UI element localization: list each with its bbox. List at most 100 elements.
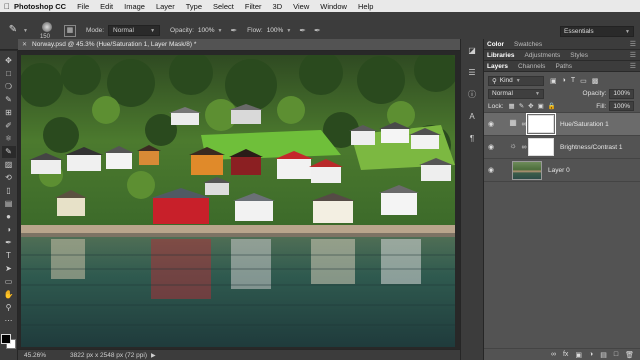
character-icon[interactable]: A [466,111,478,123]
marquee-tool-icon[interactable]: □ [2,68,16,80]
tab-color[interactable]: Color [486,41,505,48]
pen-tool-icon[interactable]: ✒ [2,237,16,249]
layer-mask-thumbnail[interactable] [528,138,554,156]
tab-paths[interactable]: Paths [554,63,573,70]
dodge-tool-icon[interactable]: ◑ [2,224,16,236]
mode-select[interactable]: Normal ▼ [108,25,161,36]
layer-row[interactable]: ◉ Layer 0 [484,159,640,182]
smart-object-filter-icon[interactable]: ▩ [592,77,599,85]
kind-filter-select[interactable]: ⚲ Kind ▼ [488,75,544,86]
apple-icon[interactable]:  [0,2,14,11]
layer-name[interactable]: Brightness/Contrast 1 [560,144,623,151]
history-brush-tool-icon[interactable]: ⟲ [2,172,16,184]
layer-name[interactable]: Hue/Saturation 1 [560,121,609,128]
brush-panel-icon[interactable]: ▦ [63,24,76,37]
chevron-right-icon[interactable]: ▶ [151,352,156,359]
menu-select[interactable]: Select [213,2,234,11]
quick-select-tool-icon[interactable]: ✎ [2,94,16,106]
document-image[interactable] [21,55,455,347]
tab-libraries[interactable]: Libraries [486,52,515,59]
more-tools-icon[interactable]: ⋯ [2,315,16,327]
history-icon[interactable]: ◪ [466,45,478,57]
layer-mask-thumbnail[interactable] [526,113,556,135]
lock-pixels-icon[interactable]: ✎ [519,102,524,110]
menu-type[interactable]: Type [186,2,202,11]
layer-row[interactable]: ◉ ▦ ∞ Hue/Saturation 1 [484,113,640,136]
type-filter-icon[interactable]: T [571,77,575,85]
add-mask-icon[interactable]: ▣ [575,351,582,359]
info-icon[interactable]: ⓘ [466,89,478,101]
fill-field[interactable]: 100% [609,101,634,111]
zoom-level[interactable]: 45.26% [24,352,46,359]
panel-menu-icon[interactable]: ☰ [630,62,636,70]
pressure-size-icon[interactable]: ✒ [314,26,321,35]
panel-menu-icon[interactable]: ☰ [630,40,636,48]
menu-edit[interactable]: Edit [100,2,113,11]
menu-file[interactable]: File [77,2,89,11]
airbrush-icon[interactable]: ✒ [299,26,306,35]
healing-tool-icon[interactable]: ⚛ [2,133,16,145]
brush-tool-icon[interactable]: ✎ [6,24,20,38]
eyedropper-tool-icon[interactable]: ✐ [2,120,16,132]
menu-window[interactable]: Window [320,2,347,11]
document-tab[interactable]: ✕ Norway.psd @ 45.3% (Hue/Saturation 1, … [18,39,460,51]
gradient-tool-icon[interactable]: ▤ [2,198,16,210]
lock-position-icon[interactable]: ✥ [528,102,533,110]
adjustment-filter-icon[interactable]: ◑ [562,77,566,85]
layer-opacity-field[interactable]: 100% [609,88,634,99]
tab-channels[interactable]: Channels [517,63,546,70]
type-tool-icon[interactable]: T [2,250,16,262]
menu-view[interactable]: View [293,2,309,11]
link-icon[interactable]: ∞ [520,144,528,151]
menu-filter[interactable]: Filter [245,2,262,11]
hand-tool-icon[interactable]: ✋ [2,289,16,301]
canvas-area[interactable] [18,51,460,349]
opacity-field[interactable]: 100% [198,27,215,34]
chevron-down-icon[interactable]: ▼ [23,28,28,34]
tab-styles[interactable]: Styles [569,52,589,59]
lock-transparency-icon[interactable]: ▦ [509,102,515,110]
stamp-tool-icon[interactable]: ▨ [2,159,16,171]
new-layer-icon[interactable]: □ [614,351,618,358]
workspace-select[interactable]: Essentials ▼ [560,26,634,37]
link-layers-icon[interactable]: ∞ [551,351,556,358]
new-adjustment-icon[interactable]: ◑ [589,351,593,358]
menu-3d[interactable]: 3D [273,2,283,11]
chevron-down-icon[interactable]: ▼ [286,28,291,34]
tab-swatches[interactable]: Swatches [513,41,543,48]
menu-layer[interactable]: Layer [156,2,175,11]
shape-tool-icon[interactable]: ▭ [2,276,16,288]
lock-artboard-icon[interactable]: ▣ [538,102,544,110]
visibility-eye-icon[interactable]: ◉ [484,166,498,174]
chevron-down-icon[interactable]: ▼ [218,28,223,34]
paragraph-icon[interactable]: ¶ [466,133,478,145]
path-select-tool-icon[interactable]: ➤ [2,263,16,275]
new-group-icon[interactable]: ▤ [600,351,607,359]
layer-thumbnail[interactable] [512,160,542,180]
menu-image[interactable]: Image [124,2,145,11]
menu-app[interactable]: Photoshop CC [14,2,66,11]
link-icon[interactable]: ∞ [520,121,528,128]
zoom-tool-icon[interactable]: ⚲ [2,302,16,314]
blur-tool-icon[interactable]: ● [2,211,16,223]
visibility-eye-icon[interactable]: ◉ [484,120,498,128]
tab-layers[interactable]: Layers [486,63,509,70]
crop-tool-icon[interactable]: ⊞ [2,107,16,119]
blend-mode-select[interactable]: Normal ▼ [488,88,544,99]
shape-filter-icon[interactable]: ▭ [580,77,587,85]
flow-field[interactable]: 100% [267,27,284,34]
visibility-eye-icon[interactable]: ◉ [484,143,498,151]
close-icon[interactable]: ✕ [22,41,27,48]
pixel-filter-icon[interactable]: ▣ [550,77,557,85]
foreground-color[interactable] [0,334,11,344]
lasso-tool-icon[interactable]: ❍ [2,81,16,93]
move-tool-icon[interactable]: ✥ [2,55,16,67]
lock-all-icon[interactable]: 🔒 [548,102,556,110]
layer-name[interactable]: Layer 0 [548,167,570,174]
panel-menu-icon[interactable]: ☰ [630,51,636,59]
properties-icon[interactable]: ☰ [466,67,478,79]
eraser-tool-icon[interactable]: ▯ [2,185,16,197]
pressure-opacity-icon[interactable]: ✒ [230,26,237,35]
layer-row[interactable]: ◉ ☼ ∞ Brightness/Contrast 1 [484,136,640,159]
fx-icon[interactable]: fx [563,351,568,358]
